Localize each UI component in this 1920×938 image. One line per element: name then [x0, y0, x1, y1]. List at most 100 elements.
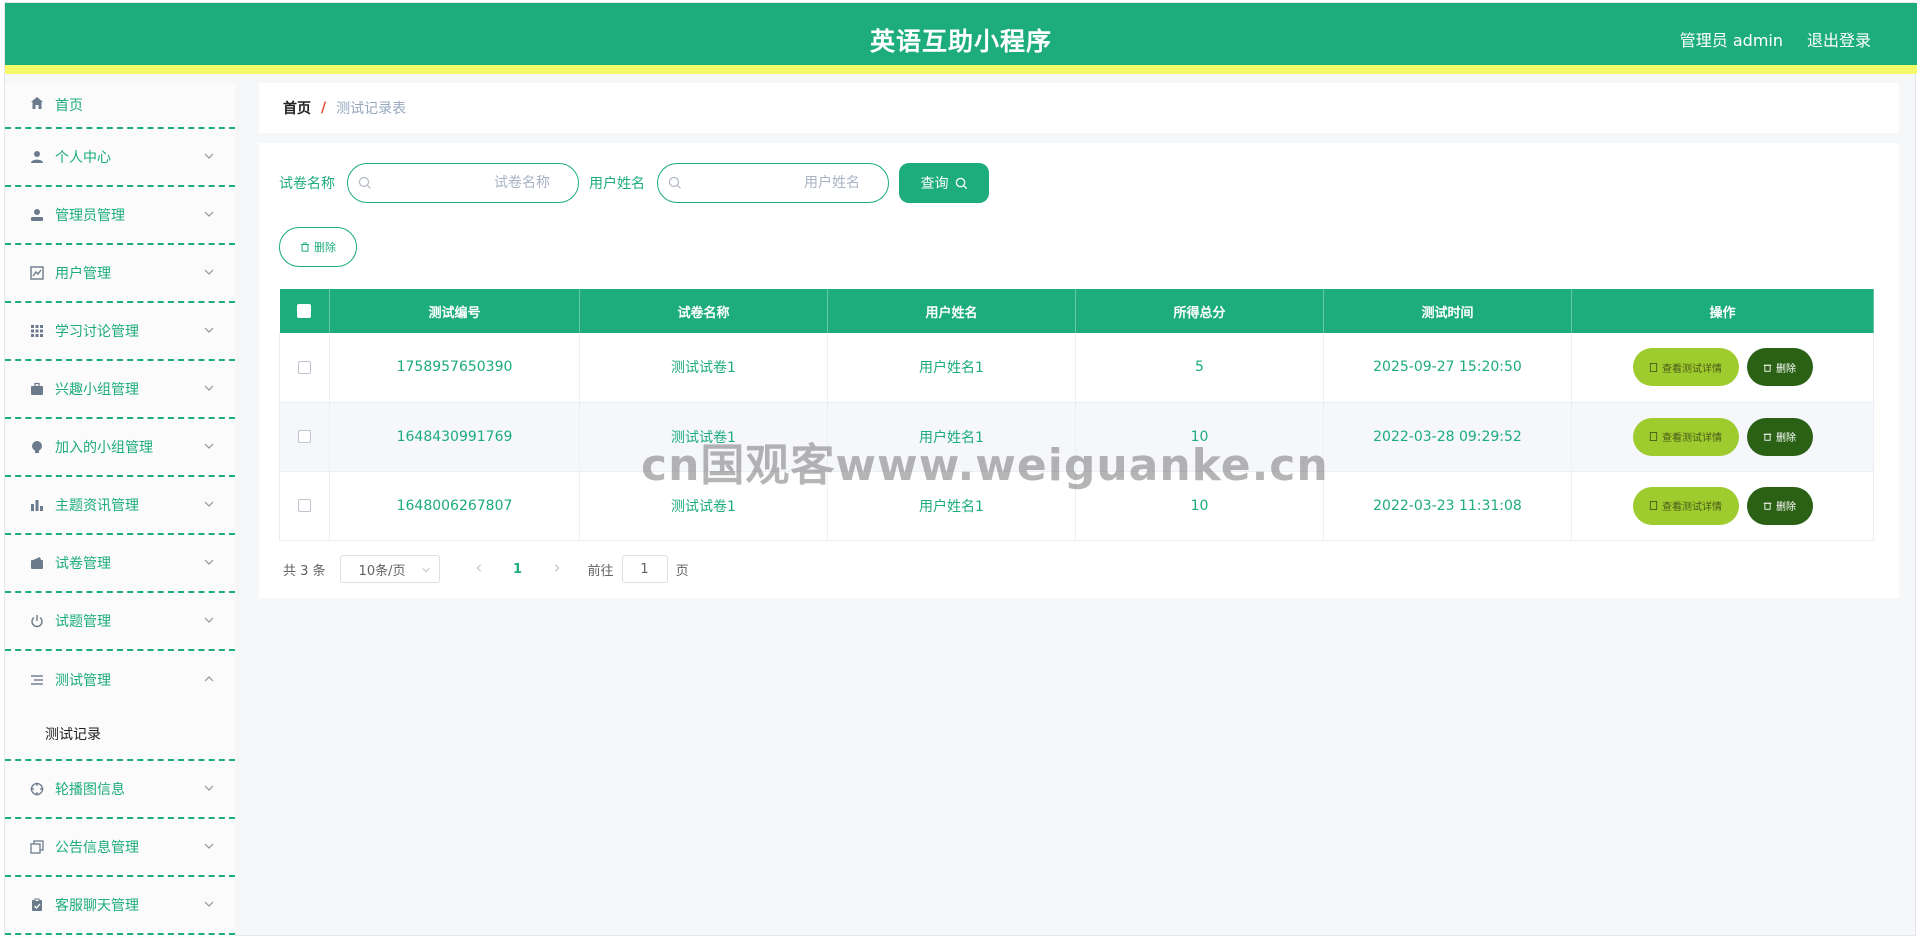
score-cell: 10 — [1075, 402, 1324, 472]
delete-row-button[interactable]: 删除 — [1746, 486, 1813, 525]
sidebar-item-label: 首页 — [55, 98, 83, 114]
sidebar-item-papers[interactable]: 试卷管理 — [5, 535, 235, 593]
delete-row-label: 删除 — [1776, 363, 1796, 375]
sidebar-item-joined-groups[interactable]: 加入的小组管理 — [5, 419, 235, 477]
select-all-cell — [279, 289, 330, 333]
test-time-cell: 2025-09-27 15:20:50 — [1323, 333, 1572, 403]
paper-name-cell: 测试试卷1 — [579, 471, 828, 541]
column-header[interactable]: 所得总分 — [1075, 289, 1324, 333]
current-user: 管理员 admin — [1679, 31, 1783, 50]
chevron-down-icon — [204, 211, 214, 217]
document-icon — [1649, 501, 1658, 510]
sidebar-item-tests[interactable]: 测试管理 — [5, 651, 235, 709]
sidebar-item-users[interactable]: 用户管理 — [5, 245, 235, 303]
test-time-cell: 2022-03-28 09:29:52 — [1323, 402, 1572, 472]
paper-name-cell: 测试试卷1 — [579, 333, 828, 403]
query-button[interactable]: 查询 — [899, 163, 989, 203]
chevron-down-icon — [204, 443, 214, 449]
test-id-cell: 1758957650390 — [329, 333, 580, 403]
page-number[interactable]: 1 — [494, 562, 542, 577]
chevron-left-icon — [476, 563, 481, 572]
sidebar-item-notices[interactable]: 公告信息管理 — [5, 819, 235, 877]
search-form: 试卷名称 用户姓名 查询 — [279, 163, 989, 203]
sidebar-item-discussions[interactable]: 学习讨论管理 — [5, 303, 235, 361]
sidebar-item-questions[interactable]: 试题管理 — [5, 593, 235, 651]
sidebar-item-carousel[interactable]: 轮播图信息 — [5, 761, 235, 819]
sidebar-item-home[interactable]: 首页 — [5, 83, 235, 129]
sidebar-item-profile[interactable]: 个人中心 — [5, 129, 235, 187]
row-checkbox[interactable] — [298, 360, 311, 374]
actions-cell: 查看测试详情 删除 — [1571, 471, 1874, 541]
search-icon — [668, 176, 681, 189]
breadcrumb: 首页 / 测试记录表 — [259, 83, 1899, 133]
breadcrumb-separator: / — [321, 100, 327, 116]
column-header[interactable]: 测试编号 — [329, 289, 580, 333]
paper-name-field — [347, 163, 579, 203]
trash-icon — [1763, 364, 1772, 372]
chevron-down-icon — [204, 501, 214, 507]
view-detail-label: 查看测试详情 — [1662, 363, 1722, 375]
next-page-button[interactable] — [542, 562, 572, 577]
user-name-input[interactable] — [688, 164, 878, 202]
trash-icon — [300, 242, 310, 252]
column-header[interactable]: 用户姓名 — [827, 289, 1076, 333]
actions-cell: 查看测试详情 删除 — [1571, 333, 1874, 403]
table-row: 1758957650390 测试试卷1 用户姓名1 5 2025-09-27 1… — [279, 333, 1874, 403]
sidebar-item-admins[interactable]: 管理员管理 — [5, 187, 235, 245]
page-suffix: 页 — [675, 563, 689, 579]
delete-row-label: 删除 — [1776, 502, 1796, 513]
chevron-down-icon — [204, 327, 214, 333]
query-button-label: 查询 — [920, 176, 949, 192]
admin-icon — [29, 207, 45, 223]
copy-icon — [29, 839, 45, 855]
select-all-checkbox[interactable] — [297, 304, 312, 318]
chevron-down-icon — [204, 785, 214, 791]
chevron-right-icon — [554, 563, 560, 572]
search-icon — [358, 176, 371, 189]
search-icon — [955, 177, 967, 189]
app-window: 英语互助小程序 管理员 admin 退出登录 首页 个人中心 管理员管理 用户管… — [4, 2, 1917, 937]
user-name-cell: 用户姓名1 — [827, 333, 1076, 403]
power-icon — [29, 613, 45, 629]
paper-name-cell: 测试试卷1 — [579, 402, 828, 472]
goto-page-input[interactable] — [621, 555, 668, 583]
wallet-icon — [29, 555, 45, 571]
view-detail-label: 查看测试详情 — [1662, 433, 1722, 444]
view-detail-button[interactable]: 查看测试详情 — [1632, 348, 1739, 387]
chevron-down-icon — [204, 385, 214, 391]
breadcrumb-current: 测试记录表 — [336, 101, 407, 117]
prev-page-button[interactable] — [464, 562, 494, 577]
sidebar-group-tests: 测试管理 测试记录 — [5, 651, 235, 761]
test-time-cell: 2022-03-23 11:31:08 — [1323, 471, 1572, 541]
paper-name-input[interactable] — [378, 164, 568, 202]
table-row: 1648006267807 测试试卷1 用户姓名1 10 2022-03-23 … — [279, 471, 1874, 541]
document-icon — [1649, 362, 1658, 372]
chevron-down-icon — [204, 153, 214, 159]
score-cell: 10 — [1075, 471, 1324, 541]
logout-link[interactable]: 退出登录 — [1807, 27, 1871, 51]
column-header[interactable]: 测试时间 — [1323, 289, 1572, 333]
sidebar-item-chat[interactable]: 客服聊天管理 — [5, 877, 235, 935]
row-checkbox[interactable] — [298, 499, 311, 512]
delete-row-button[interactable]: 删除 — [1746, 348, 1813, 387]
goto-label: 前往 — [587, 563, 614, 579]
delete-row-button[interactable]: 删除 — [1746, 417, 1813, 456]
batch-delete-label: 删除 — [314, 241, 336, 254]
trend-icon — [29, 265, 45, 281]
sidebar-item-news[interactable]: 主题资讯管理 — [5, 477, 235, 535]
bar-chart-icon — [29, 497, 45, 513]
list-icon — [29, 672, 45, 688]
breadcrumb-home[interactable]: 首页 — [283, 98, 311, 118]
sidebar-subitem-test-records[interactable]: 测试记录 — [5, 709, 235, 759]
column-header: 操作 — [1571, 289, 1874, 333]
view-detail-button[interactable]: 查看测试详情 — [1632, 486, 1739, 525]
briefcase-icon — [29, 381, 45, 397]
batch-delete-button[interactable]: 删除 — [279, 227, 357, 267]
pagination-total: 共 3 条 — [283, 563, 326, 579]
view-detail-button[interactable]: 查看测试详情 — [1632, 417, 1739, 456]
bulb-icon — [29, 439, 45, 455]
column-header[interactable]: 试卷名称 — [579, 289, 828, 333]
row-checkbox[interactable] — [298, 430, 311, 443]
page-size-select[interactable]: 10条/页 — [339, 555, 440, 583]
sidebar-item-groups[interactable]: 兴趣小组管理 — [5, 361, 235, 419]
